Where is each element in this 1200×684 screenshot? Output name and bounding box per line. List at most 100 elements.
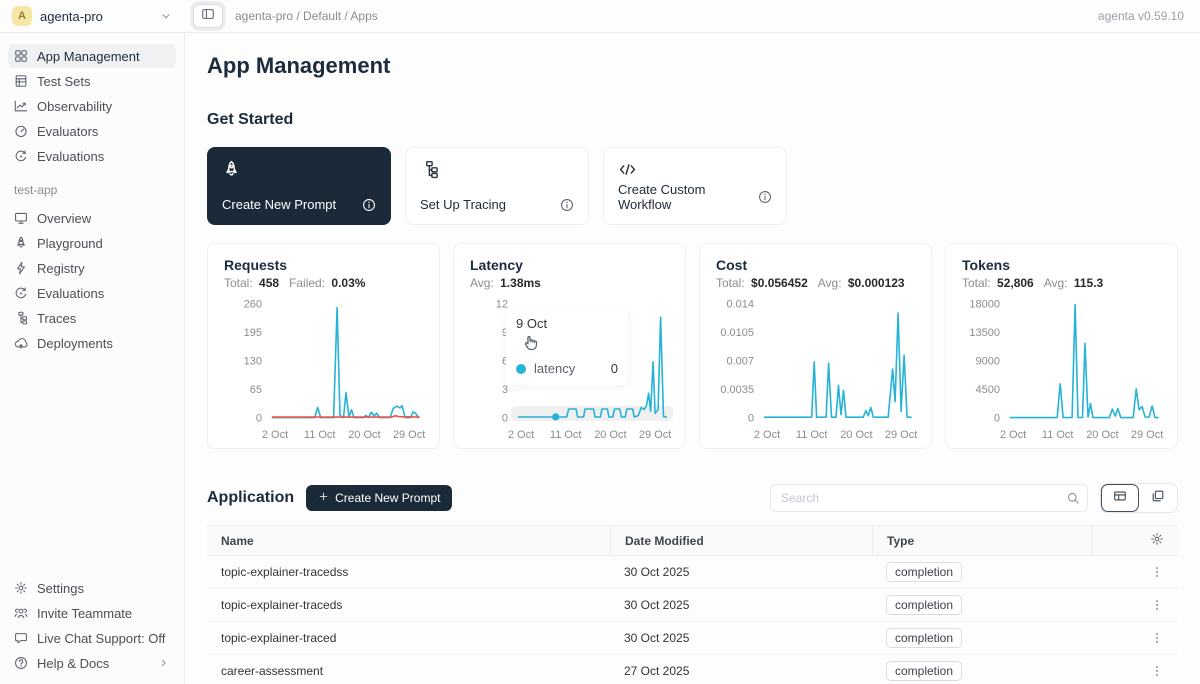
sidebar-item-evaluations[interactable]: Evaluations (8, 281, 176, 305)
sidebar-item-registry[interactable]: Registry (8, 256, 176, 280)
cell-type: completion (872, 562, 1092, 582)
help-icon (14, 656, 28, 670)
table-view-button[interactable] (1101, 484, 1139, 512)
application-heading: Application (207, 489, 294, 507)
view-toggle (1100, 483, 1178, 513)
cell-date-modified: 30 Oct 2025 (610, 598, 872, 612)
tooltip-value: 0 (611, 361, 618, 376)
create-new-prompt-button[interactable]: Create New Prompt (306, 485, 452, 511)
table-row[interactable]: career-assessment27 Oct 2025completion (207, 655, 1178, 684)
sidebar-item-test-sets[interactable]: Test Sets (8, 69, 176, 93)
search-input[interactable] (770, 484, 1088, 512)
sidebar-item-invite-teammate[interactable]: Invite Teammate (8, 601, 176, 625)
cloud-icon (14, 336, 28, 350)
type-badge: completion (886, 661, 962, 681)
application-header: Application Create New Prompt (207, 483, 1178, 513)
sidebar-item-label: Deployments (37, 336, 113, 351)
row-more-button[interactable] (1150, 664, 1164, 678)
card-view-icon (1151, 489, 1165, 508)
svg-text:130: 130 (244, 356, 262, 368)
info-icon[interactable] (560, 198, 574, 212)
card-view-button[interactable] (1139, 484, 1177, 512)
table-row[interactable]: topic-explainer-traceds30 Oct 2025comple… (207, 589, 1178, 622)
sidebar-collapse-button[interactable] (193, 4, 223, 28)
chat-icon (14, 631, 28, 645)
svg-text:195: 195 (244, 327, 262, 339)
column-header-type[interactable]: Type (872, 526, 1092, 555)
table-view-icon (1113, 489, 1127, 508)
chevron-right-icon (158, 657, 170, 669)
sidebar-item-deployments[interactable]: Deployments (8, 331, 176, 355)
cursor-hand-icon (522, 334, 539, 356)
type-badge: completion (886, 628, 962, 648)
type-badge: completion (886, 595, 962, 615)
requests-metric-card: RequestsTotal: 458Failed: 0.03%065130195… (207, 243, 440, 449)
sidebar-item-label: Evaluators (37, 124, 98, 139)
table-row[interactable]: topic-explainer-traced30 Oct 2025complet… (207, 622, 1178, 655)
chart-stats: Total: 458Failed: 0.03% (224, 276, 423, 290)
sidebar-item-settings[interactable]: Settings (8, 576, 176, 600)
chart-stats: Avg: 1.38ms (470, 276, 669, 290)
row-more-button[interactable] (1150, 565, 1164, 579)
sidebar-item-overview[interactable]: Overview (8, 206, 176, 230)
svg-text:20 Oct: 20 Oct (1086, 429, 1118, 441)
chart-stats: Total: $0.056452Avg: $0.000123 (716, 276, 915, 290)
svg-text:29 Oct: 29 Oct (639, 429, 671, 441)
tokens-chart[interactable]: 04500900013500180002 Oct11 Oct20 Oct29 O… (962, 294, 1163, 444)
info-icon[interactable] (758, 190, 772, 204)
svg-text:4500: 4500 (976, 384, 1000, 396)
sidebar-item-playground[interactable]: Playground (8, 231, 176, 255)
cell-date-modified: 27 Oct 2025 (610, 664, 872, 678)
row-more-button[interactable] (1150, 631, 1164, 645)
chart-title: Cost (716, 257, 915, 273)
column-header-name[interactable]: Name (207, 526, 610, 555)
sidebar-item-label: Evaluations (37, 149, 104, 164)
cost-chart[interactable]: 00.00350.0070.01050.0142 Oct11 Oct20 Oct… (716, 294, 917, 444)
sidebar-item-label: Playground (37, 236, 103, 251)
applications-table: Name Date Modified Type topic-explainer-… (207, 525, 1178, 684)
code-icon (618, 160, 637, 179)
svg-text:0.014: 0.014 (726, 299, 754, 311)
row-more-button[interactable] (1150, 598, 1164, 612)
svg-text:11 Oct: 11 Oct (550, 429, 582, 441)
get-started-card-set-up-tracing[interactable]: Set Up Tracing (405, 147, 589, 225)
trace-icon (14, 311, 28, 325)
table-row[interactable]: topic-explainer-tracedss30 Oct 2025compl… (207, 556, 1178, 589)
sidebar-item-label: Invite Teammate (37, 606, 132, 621)
svg-text:29 Oct: 29 Oct (885, 429, 917, 441)
info-icon[interactable] (362, 198, 376, 212)
sidebar-item-label: Traces (37, 311, 76, 326)
breadcrumb[interactable]: agenta-pro / Default / Apps (235, 9, 378, 23)
search-icon (1066, 491, 1080, 505)
sidebar-item-label: Test Sets (37, 74, 90, 89)
sidebar-item-observability[interactable]: Observability (8, 94, 176, 118)
requests-chart[interactable]: 0651301952602 Oct11 Oct20 Oct29 Oct (224, 294, 425, 444)
rocket-icon (222, 160, 241, 179)
workspace-selector[interactable]: A agenta-pro (0, 6, 185, 26)
refresh-icon (14, 149, 28, 163)
workspace-avatar: A (12, 6, 32, 26)
get-started-card-create-new-prompt[interactable]: Create New Prompt (207, 147, 391, 225)
column-header-date-modified[interactable]: Date Modified (610, 526, 872, 555)
panel-left-icon (201, 7, 215, 26)
svg-text:2 Oct: 2 Oct (1000, 429, 1026, 441)
svg-text:12: 12 (496, 299, 508, 311)
sidebar-item-app-management[interactable]: App Management (8, 44, 176, 68)
svg-text:0: 0 (748, 413, 754, 425)
sidebar-section-label: test-app (14, 183, 170, 197)
svg-text:0.0105: 0.0105 (720, 327, 754, 339)
table-settings-button[interactable] (1092, 526, 1178, 555)
users-icon (14, 606, 28, 620)
cell-name: topic-explainer-traced (207, 631, 610, 645)
sidebar-item-traces[interactable]: Traces (8, 306, 176, 330)
top-bar: A agenta-pro agenta-pro / Default / Apps… (0, 0, 1200, 33)
get-started-card-create-custom-workflow[interactable]: Create Custom Workflow (603, 147, 787, 225)
sidebar-item-label: App Management (37, 49, 140, 64)
get-started-cards: Create New PromptSet Up TracingCreate Cu… (207, 147, 1178, 225)
svg-text:2 Oct: 2 Oct (262, 429, 288, 441)
sidebar-item-live-chat-support-off[interactable]: Live Chat Support: Off (8, 626, 176, 650)
sidebar-item-help-docs[interactable]: Help & Docs (8, 651, 176, 675)
sidebar-item-evaluations[interactable]: Evaluations (8, 144, 176, 168)
sidebar-main-nav: App Management Test Sets Observability Eval… (8, 43, 176, 169)
sidebar-item-evaluators[interactable]: Evaluators (8, 119, 176, 143)
